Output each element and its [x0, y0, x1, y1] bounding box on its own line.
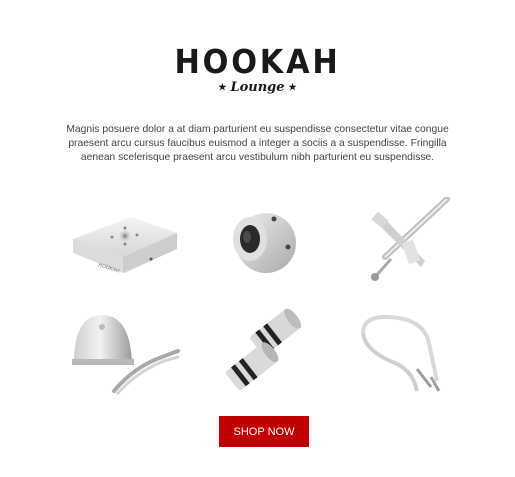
star-icon: ★ — [288, 83, 297, 93]
intro-paragraph: Magnis posuere dolor a at diam parturien… — [66, 124, 449, 163]
logo-subtitle: ★ Lounge ★ — [0, 81, 515, 95]
product-image-adapters[interactable] — [205, 307, 325, 397]
star-icon: ★ — [218, 83, 227, 93]
product-image-connector[interactable] — [200, 197, 320, 287]
logo-subtitle-text: Lounge — [230, 80, 285, 95]
brand-logo: HOOKAH ★ Lounge ★ — [0, 44, 515, 95]
product-image-bowl[interactable] — [62, 307, 182, 397]
product-image-stem[interactable] — [345, 197, 465, 287]
product-image-base[interactable]: HOOKAH — [65, 197, 185, 287]
product-image-hose[interactable] — [345, 307, 465, 397]
logo-wordmark: HOOKAH — [174, 42, 341, 81]
shop-now-button[interactable]: SHOP NOW — [219, 416, 309, 447]
